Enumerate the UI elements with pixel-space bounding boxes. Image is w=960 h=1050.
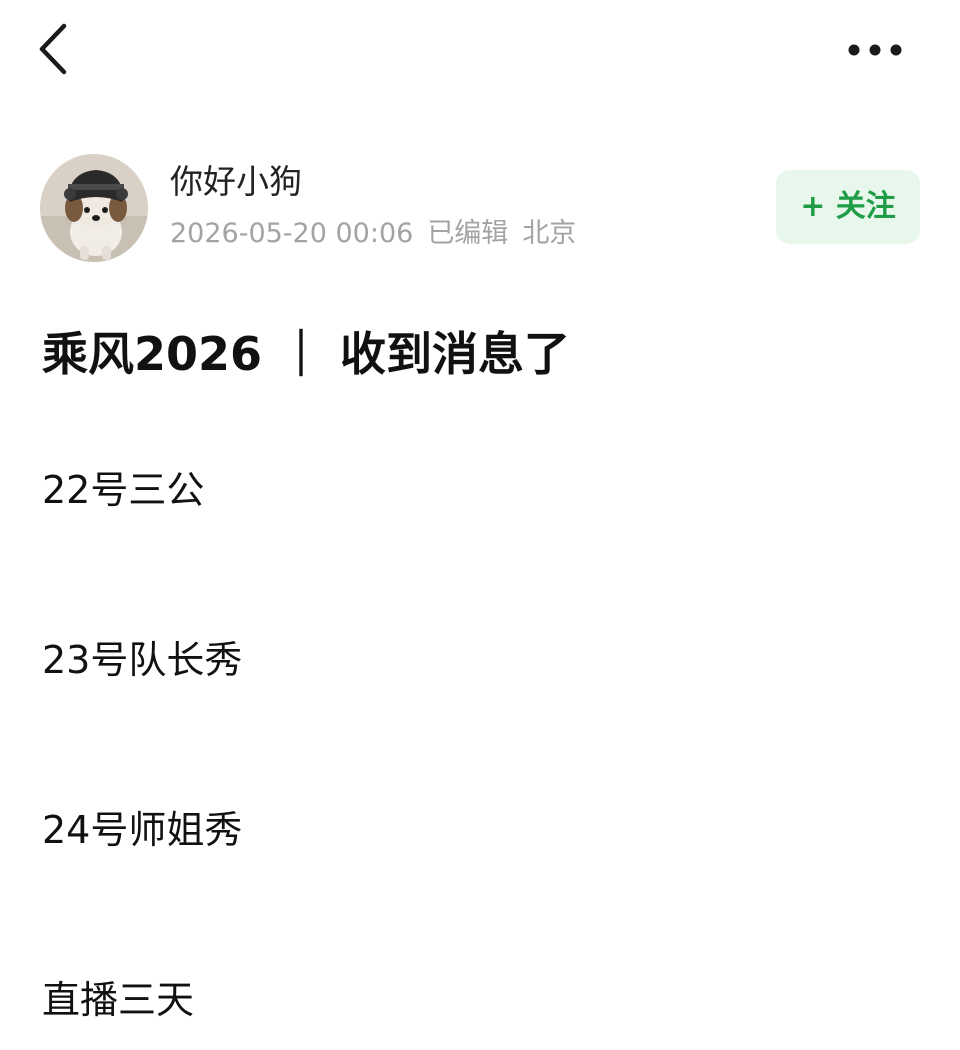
post-body-line: 22号三公 bbox=[42, 468, 205, 512]
author-section: 你好小狗 2026-05-20 00:06 已编辑 北京 + 关注 bbox=[0, 140, 960, 270]
post-meta: 2026-05-20 00:06 已编辑 北京 bbox=[170, 216, 590, 252]
post-body-line: 23号队长秀 bbox=[42, 638, 243, 682]
follow-button[interactable]: + 关注 bbox=[776, 170, 920, 244]
author-name[interactable]: 你好小狗 bbox=[170, 160, 302, 204]
post-date: 2026-05-20 00:06 bbox=[170, 218, 414, 249]
dog-avatar-image bbox=[40, 154, 148, 262]
edited-label: 已编辑 bbox=[427, 218, 509, 249]
post-body-line: 24号师姐秀 bbox=[42, 808, 243, 852]
back-button[interactable] bbox=[30, 18, 82, 80]
post-location: 北京 bbox=[522, 218, 577, 249]
top-nav-bar bbox=[0, 0, 960, 100]
post-body-line: 直播三天 bbox=[42, 978, 195, 1022]
avatar[interactable] bbox=[40, 154, 148, 262]
post-title: 乘风2026 ｜ 收到消息了 bbox=[42, 327, 571, 381]
chevron-left-icon bbox=[39, 23, 67, 75]
more-horizontal-icon bbox=[848, 44, 902, 56]
more-options-button[interactable] bbox=[838, 30, 912, 70]
